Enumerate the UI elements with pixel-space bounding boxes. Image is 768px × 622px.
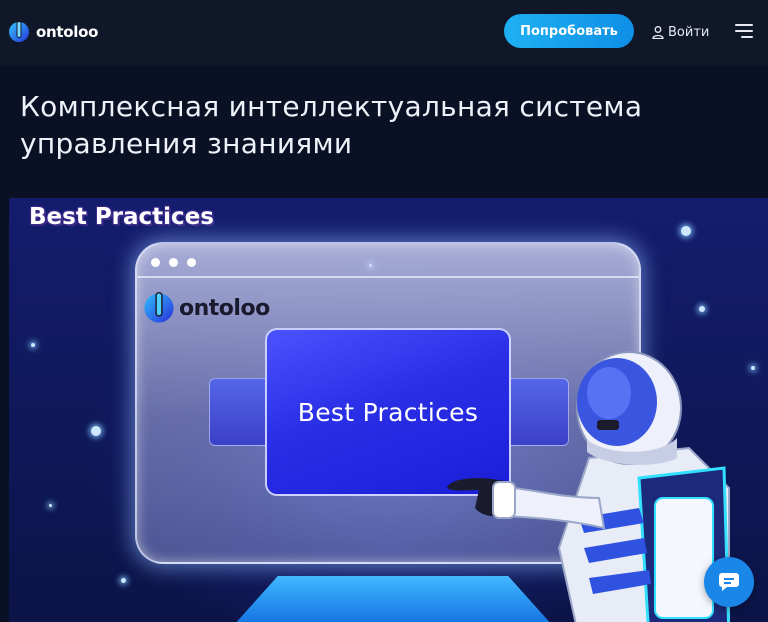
star-decoration: [681, 226, 691, 236]
window-dot: [151, 258, 160, 267]
page-title: Комплексная интеллектуальная система упр…: [20, 90, 643, 160]
try-button[interactable]: Попробовать: [504, 14, 634, 48]
banner-title: Best Practices: [29, 204, 214, 230]
ontoloo-logo-icon: [144, 292, 174, 323]
window-dot: [187, 258, 196, 267]
logo-text: ontoloo: [36, 23, 99, 41]
window-title-bar: [137, 244, 639, 278]
logo[interactable]: ontoloo: [8, 19, 98, 45]
chat-button[interactable]: [704, 557, 754, 607]
chat-icon: [719, 573, 739, 591]
star-decoration: [91, 426, 101, 436]
login-label: Войти: [668, 24, 710, 40]
star-decoration: [699, 306, 705, 312]
window-logo: ontoloo: [143, 288, 270, 328]
hamburger-menu-icon[interactable]: [735, 24, 753, 38]
star-decoration: [49, 504, 52, 507]
hero-banner-image: Best Practices ontoloo Best Practices: [9, 198, 768, 622]
astronaut-illustration: [447, 351, 731, 622]
user-icon: [652, 25, 664, 39]
window-logo-text: ontoloo: [179, 295, 270, 321]
window-dot: [169, 258, 178, 267]
star-decoration: [31, 343, 35, 347]
ontoloo-logo-icon: [9, 21, 29, 42]
site-header: ontoloo Попробовать Войти: [0, 0, 768, 66]
star-decoration: [121, 578, 126, 583]
login-link[interactable]: Войти: [652, 22, 709, 42]
star-decoration: [751, 366, 755, 370]
side-card-left: [209, 378, 273, 446]
